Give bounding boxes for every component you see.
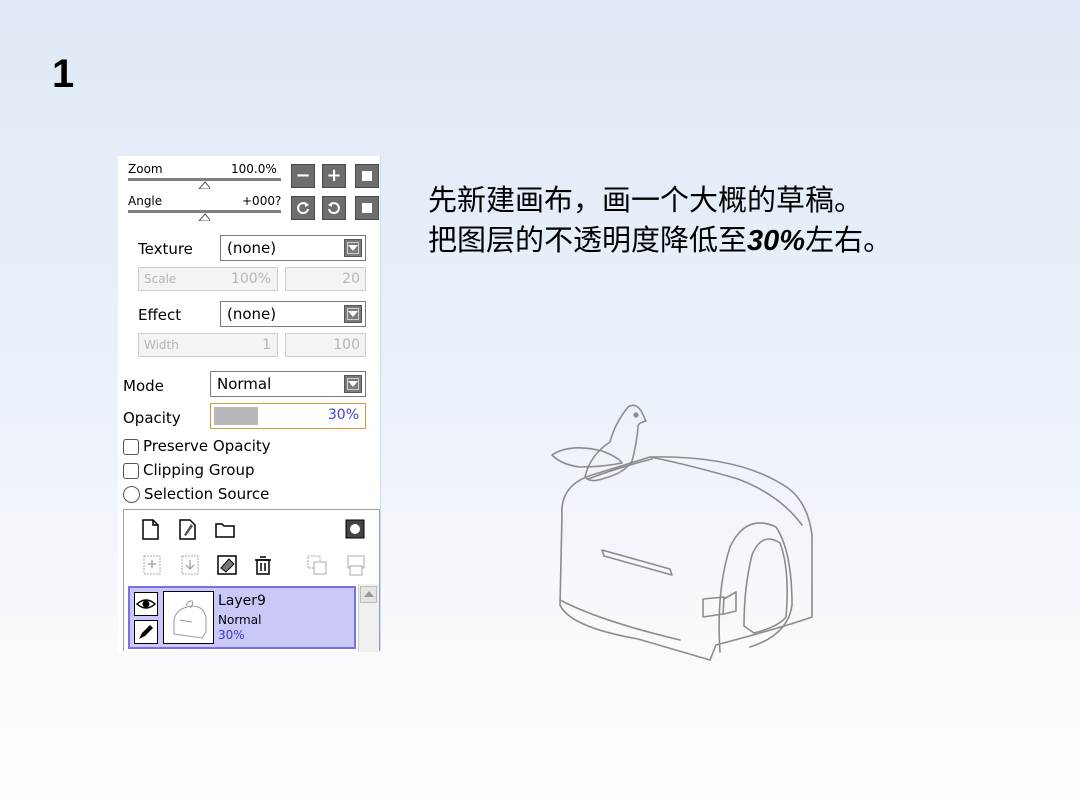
preserve-opacity-checkbox[interactable]: Preserve Opacity: [123, 437, 271, 455]
opacity-fill: [214, 407, 258, 425]
instruction-text: 先新建画布，画一个大概的草稿。 把图层的不透明度降低至30%左右。: [428, 180, 892, 261]
instruction-line-1: 先新建画布，画一个大概的草稿。: [428, 183, 864, 217]
mailbox-sketch-thumbnail: [173, 600, 207, 639]
edit-lock-toggle[interactable]: [134, 620, 158, 644]
rotate-left-button[interactable]: [291, 196, 315, 220]
zoom-reset-button[interactable]: [355, 164, 379, 188]
layer-list-area: Layer9 Normal 30%: [123, 509, 380, 652]
chevron-down-icon: [344, 375, 362, 393]
layer-name: Layer9: [218, 593, 266, 609]
layer-row-layer9[interactable]: Layer9 Normal 30%: [128, 586, 356, 649]
opacity-value: 30%: [327, 407, 359, 423]
layer-properties-panel: Zoom 100.0% − + Angle +000? Texture (non…: [118, 156, 381, 652]
layer-mask-icon[interactable]: [344, 518, 366, 540]
layer-scrollbar[interactable]: [358, 584, 379, 652]
chevron-down-icon: [344, 239, 362, 257]
angle-reset-button[interactable]: [355, 196, 379, 220]
angle-value: +000?: [242, 194, 282, 208]
blend-mode-dropdown[interactable]: Normal: [210, 371, 366, 397]
width-amount-field: 100: [285, 333, 366, 357]
instruction-line-2: 把图层的不透明度降低至30%左右。: [428, 223, 893, 257]
texture-label: Texture: [138, 240, 193, 258]
mailbox-bird-sketch: [551, 404, 813, 661]
reset-square-icon: [362, 203, 372, 213]
opacity-label: Opacity: [123, 409, 181, 427]
zoom-slider-thumb[interactable]: [198, 181, 210, 189]
new-folder-icon[interactable]: [214, 518, 236, 540]
angle-label: Angle: [128, 194, 163, 208]
width-field: Width 1: [138, 333, 278, 357]
apply-mask-icon[interactable]: [345, 554, 367, 576]
zoom-label: Zoom: [128, 162, 163, 176]
merge-visible-icon[interactable]: [306, 554, 328, 576]
radio-circle[interactable]: [123, 486, 140, 503]
eye-icon: [135, 599, 157, 609]
checkbox-box[interactable]: [123, 462, 139, 479]
layer-thumbnail: [163, 591, 214, 644]
rotate-ccw-icon: [297, 202, 309, 215]
transfer-down-icon[interactable]: [141, 554, 163, 576]
visibility-toggle[interactable]: [134, 592, 158, 616]
layer-blend-mode: Normal: [218, 613, 262, 627]
trash-icon[interactable]: [252, 554, 274, 576]
zoom-in-button[interactable]: +: [322, 164, 346, 188]
reset-square-icon: [362, 171, 372, 181]
rotate-right-button[interactable]: [322, 196, 346, 220]
effect-label: Effect: [138, 306, 182, 324]
mode-label: Mode: [123, 377, 164, 395]
angle-slider-thumb[interactable]: [198, 213, 210, 221]
checkbox-box[interactable]: [123, 438, 139, 455]
scale-field: Scale 100%: [138, 267, 278, 291]
zoom-out-button[interactable]: −: [291, 164, 315, 188]
texture-dropdown[interactable]: (none): [220, 235, 366, 261]
clipping-group-checkbox[interactable]: Clipping Group: [123, 461, 254, 479]
clear-layer-icon[interactable]: [216, 554, 238, 576]
scale-amount-field: 20: [285, 267, 366, 291]
scroll-up-button[interactable]: [360, 586, 377, 603]
selection-source-radio[interactable]: Selection Source: [123, 485, 269, 503]
chevron-down-icon: [344, 305, 362, 323]
new-layer-icon[interactable]: [139, 518, 161, 540]
rotate-cw-icon: [328, 202, 340, 215]
slide-number: 1: [52, 52, 75, 96]
effect-dropdown[interactable]: (none): [220, 301, 366, 327]
opacity-slider[interactable]: 30%: [210, 403, 366, 429]
layer-opacity: 30%: [218, 628, 245, 642]
pen-icon: [139, 625, 153, 639]
zoom-value: 100.0%: [231, 162, 277, 176]
merge-down-icon[interactable]: [179, 554, 201, 576]
new-linework-layer-icon[interactable]: [176, 518, 198, 540]
